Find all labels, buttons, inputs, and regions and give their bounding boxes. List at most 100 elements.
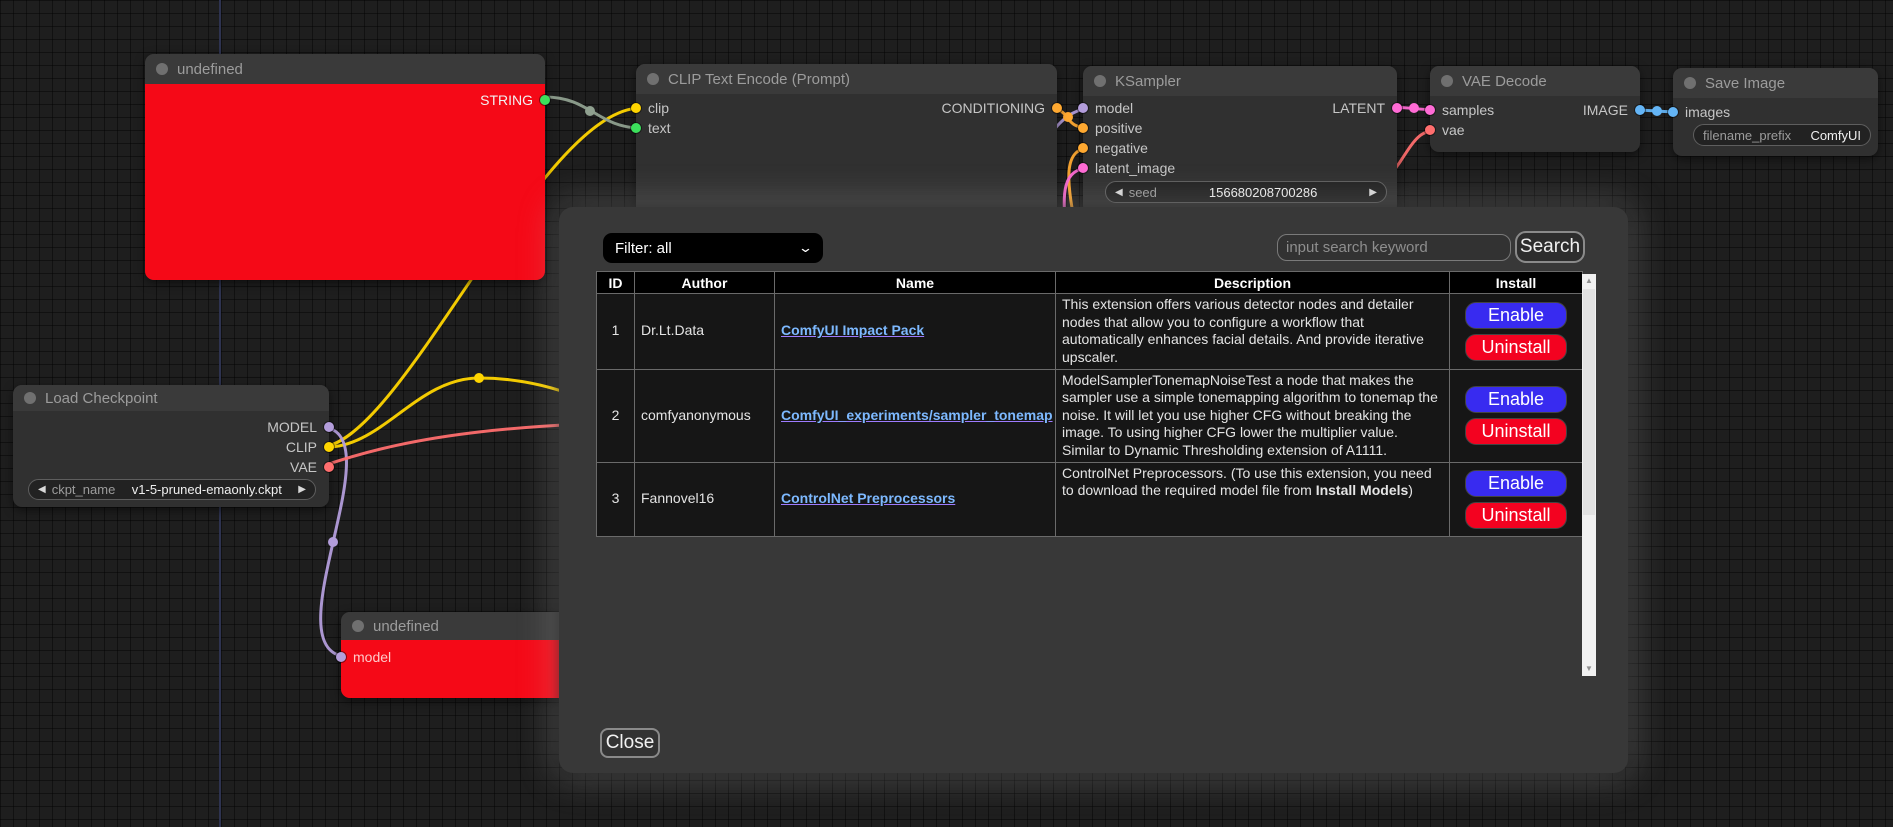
node-clip-text-encode[interactable]: CLIP Text Encode (Prompt) clip text COND… [636, 64, 1057, 224]
node-status-dot [156, 63, 168, 75]
scroll-down-icon[interactable]: ▼ [1582, 662, 1596, 676]
input-slot-label: text [648, 120, 671, 136]
widget-value: ComfyUI [1810, 128, 1861, 143]
node-title: CLIP Text Encode (Prompt) [668, 71, 850, 88]
enable-button[interactable]: Enable [1465, 302, 1567, 329]
input-slot-dot[interactable] [1425, 105, 1435, 115]
node-title-bar[interactable]: Load Checkpoint [13, 385, 329, 411]
output-slot-dot[interactable] [324, 422, 334, 432]
cell-author: Fannovel16 [635, 462, 775, 536]
header-description: Description [1056, 272, 1450, 294]
node-title-bar[interactable]: Save Image [1673, 68, 1878, 98]
table-row: 1Dr.Lt.Data ComfyUI Impact Pack This exten… [597, 294, 1583, 370]
decrement-arrow-icon[interactable]: ◀ [1115, 187, 1123, 198]
seed-widget[interactable]: ◀ seed 156680208700286 ▶ [1105, 181, 1387, 203]
decrement-arrow-icon[interactable]: ◀ [38, 484, 46, 495]
table-header-row: ID Author Name Description Install [597, 272, 1583, 294]
node-ksampler[interactable]: KSampler model positive negative latent_… [1083, 66, 1397, 214]
output-slot-dot[interactable] [324, 462, 334, 472]
input-slot-label: positive [1095, 120, 1142, 136]
enable-button[interactable]: Enable [1465, 386, 1567, 413]
node-title-bar[interactable]: VAE Decode [1430, 66, 1640, 96]
cell-description: ModelSamplerTonemapNoiseTest a node that… [1056, 369, 1450, 462]
output-slot-dot[interactable] [1052, 103, 1062, 113]
cell-description: ControlNet Preprocessors. (To use this e… [1056, 462, 1450, 536]
extension-table: ID Author Name Description Install 1Dr.L… [596, 271, 1583, 537]
node-title: Save Image [1705, 75, 1785, 92]
node-title-bar[interactable]: CLIP Text Encode (Prompt) [636, 64, 1057, 94]
input-slot-dot[interactable] [1425, 125, 1435, 135]
input-slot-dot[interactable] [631, 123, 641, 133]
node-status-dot [647, 73, 659, 85]
input-slot-label: model [353, 649, 391, 665]
filter-select[interactable]: Filter: all ⌄ [603, 233, 823, 263]
input-slot-dot[interactable] [1078, 163, 1088, 173]
node-title-bar[interactable]: undefined [145, 54, 545, 84]
input-slot-dot[interactable] [336, 652, 346, 662]
input-slot-label: latent_image [1095, 160, 1175, 176]
cell-author: comfyanonymous [635, 369, 775, 462]
filename-prefix-widget[interactable]: filename_prefix ComfyUI [1693, 124, 1871, 146]
output-slot-label: CLIP [286, 439, 317, 455]
node-status-dot [1094, 75, 1106, 87]
input-slot-label: negative [1095, 140, 1148, 156]
node-title: undefined [177, 61, 243, 78]
output-slot-dot[interactable] [1392, 103, 1402, 113]
table-row: 3Fannovel16 ControlNet Preprocessors Contr… [597, 462, 1583, 536]
scrollbar-thumb[interactable] [1583, 289, 1595, 515]
comfyui-canvas[interactable]: undefined STRING CLIP Text Encode (Promp… [0, 0, 1893, 827]
output-slot-label: LATENT [1332, 100, 1385, 116]
chevron-down-icon: ⌄ [798, 240, 813, 256]
uninstall-button[interactable]: Uninstall [1465, 334, 1567, 361]
ckpt-name-widget[interactable]: ◀ ckpt_name v1-5-pruned-emaonly.ckpt ▶ [28, 479, 316, 500]
input-slot-label: vae [1442, 122, 1465, 138]
node-undefined-top[interactable]: undefined STRING [145, 54, 545, 280]
uninstall-button[interactable]: Uninstall [1465, 502, 1567, 529]
node-title-bar[interactable]: KSampler [1083, 66, 1397, 96]
widget-label: ckpt_name [52, 482, 116, 497]
input-slot-dot[interactable] [1668, 107, 1678, 117]
widget-label: filename_prefix [1703, 128, 1791, 143]
cell-id: 2 [597, 369, 635, 462]
search-button[interactable]: Search [1515, 231, 1585, 263]
node-status-dot [1441, 75, 1453, 87]
input-slot-dot[interactable] [1078, 123, 1088, 133]
extension-manager-dialog: Filter: all ⌄ Search ID Author Name Desc… [559, 207, 1628, 773]
cell-install: Enable Uninstall [1450, 369, 1583, 462]
header-install: Install [1450, 272, 1583, 294]
increment-arrow-icon[interactable]: ▶ [298, 484, 306, 495]
output-slot-dot[interactable] [1635, 105, 1645, 115]
extension-link[interactable]: ComfyUI_experiments/sampler_tonemap [781, 407, 1053, 423]
widget-value: 156680208700286 [1209, 185, 1317, 200]
input-slot-dot[interactable] [1078, 103, 1088, 113]
node-save-image[interactable]: Save Image images filename_prefix ComfyU… [1673, 68, 1878, 156]
scroll-up-icon[interactable]: ▲ [1582, 274, 1596, 288]
extension-link[interactable]: ComfyUI Impact Pack [781, 322, 924, 338]
input-slot-dot[interactable] [1078, 143, 1088, 153]
close-button[interactable]: Close [600, 728, 660, 758]
cell-id: 1 [597, 294, 635, 370]
cell-author: Dr.Lt.Data [635, 294, 775, 370]
increment-arrow-icon[interactable]: ▶ [1369, 187, 1377, 198]
search-input[interactable] [1277, 234, 1511, 261]
output-slot-dot[interactable] [540, 95, 550, 105]
node-load-checkpoint[interactable]: Load Checkpoint MODEL CLIP VAE ◀ ckpt_na… [13, 385, 329, 507]
header-name: Name [775, 272, 1056, 294]
node-title: VAE Decode [1462, 73, 1547, 90]
extension-link[interactable]: ControlNet Preprocessors [781, 490, 955, 506]
filter-select-value: Filter: all [615, 240, 672, 257]
node-status-dot [352, 620, 364, 632]
output-slot-dot[interactable] [324, 442, 334, 452]
cell-id: 3 [597, 462, 635, 536]
output-slot-label: CONDITIONING [942, 100, 1045, 116]
enable-button[interactable]: Enable [1465, 470, 1567, 497]
cell-description: This extension offers various detector n… [1056, 294, 1450, 370]
table-scrollbar[interactable]: ▲ ▼ [1582, 274, 1596, 676]
input-slot-dot[interactable] [631, 103, 641, 113]
header-id: ID [597, 272, 635, 294]
node-vae-decode[interactable]: VAE Decode samples vae IMAGE [1430, 66, 1640, 152]
uninstall-button[interactable]: Uninstall [1465, 418, 1567, 445]
node-status-dot [24, 392, 36, 404]
input-slot-label: model [1095, 100, 1133, 116]
cell-name: ComfyUI_experiments/sampler_tonemap [775, 369, 1056, 462]
